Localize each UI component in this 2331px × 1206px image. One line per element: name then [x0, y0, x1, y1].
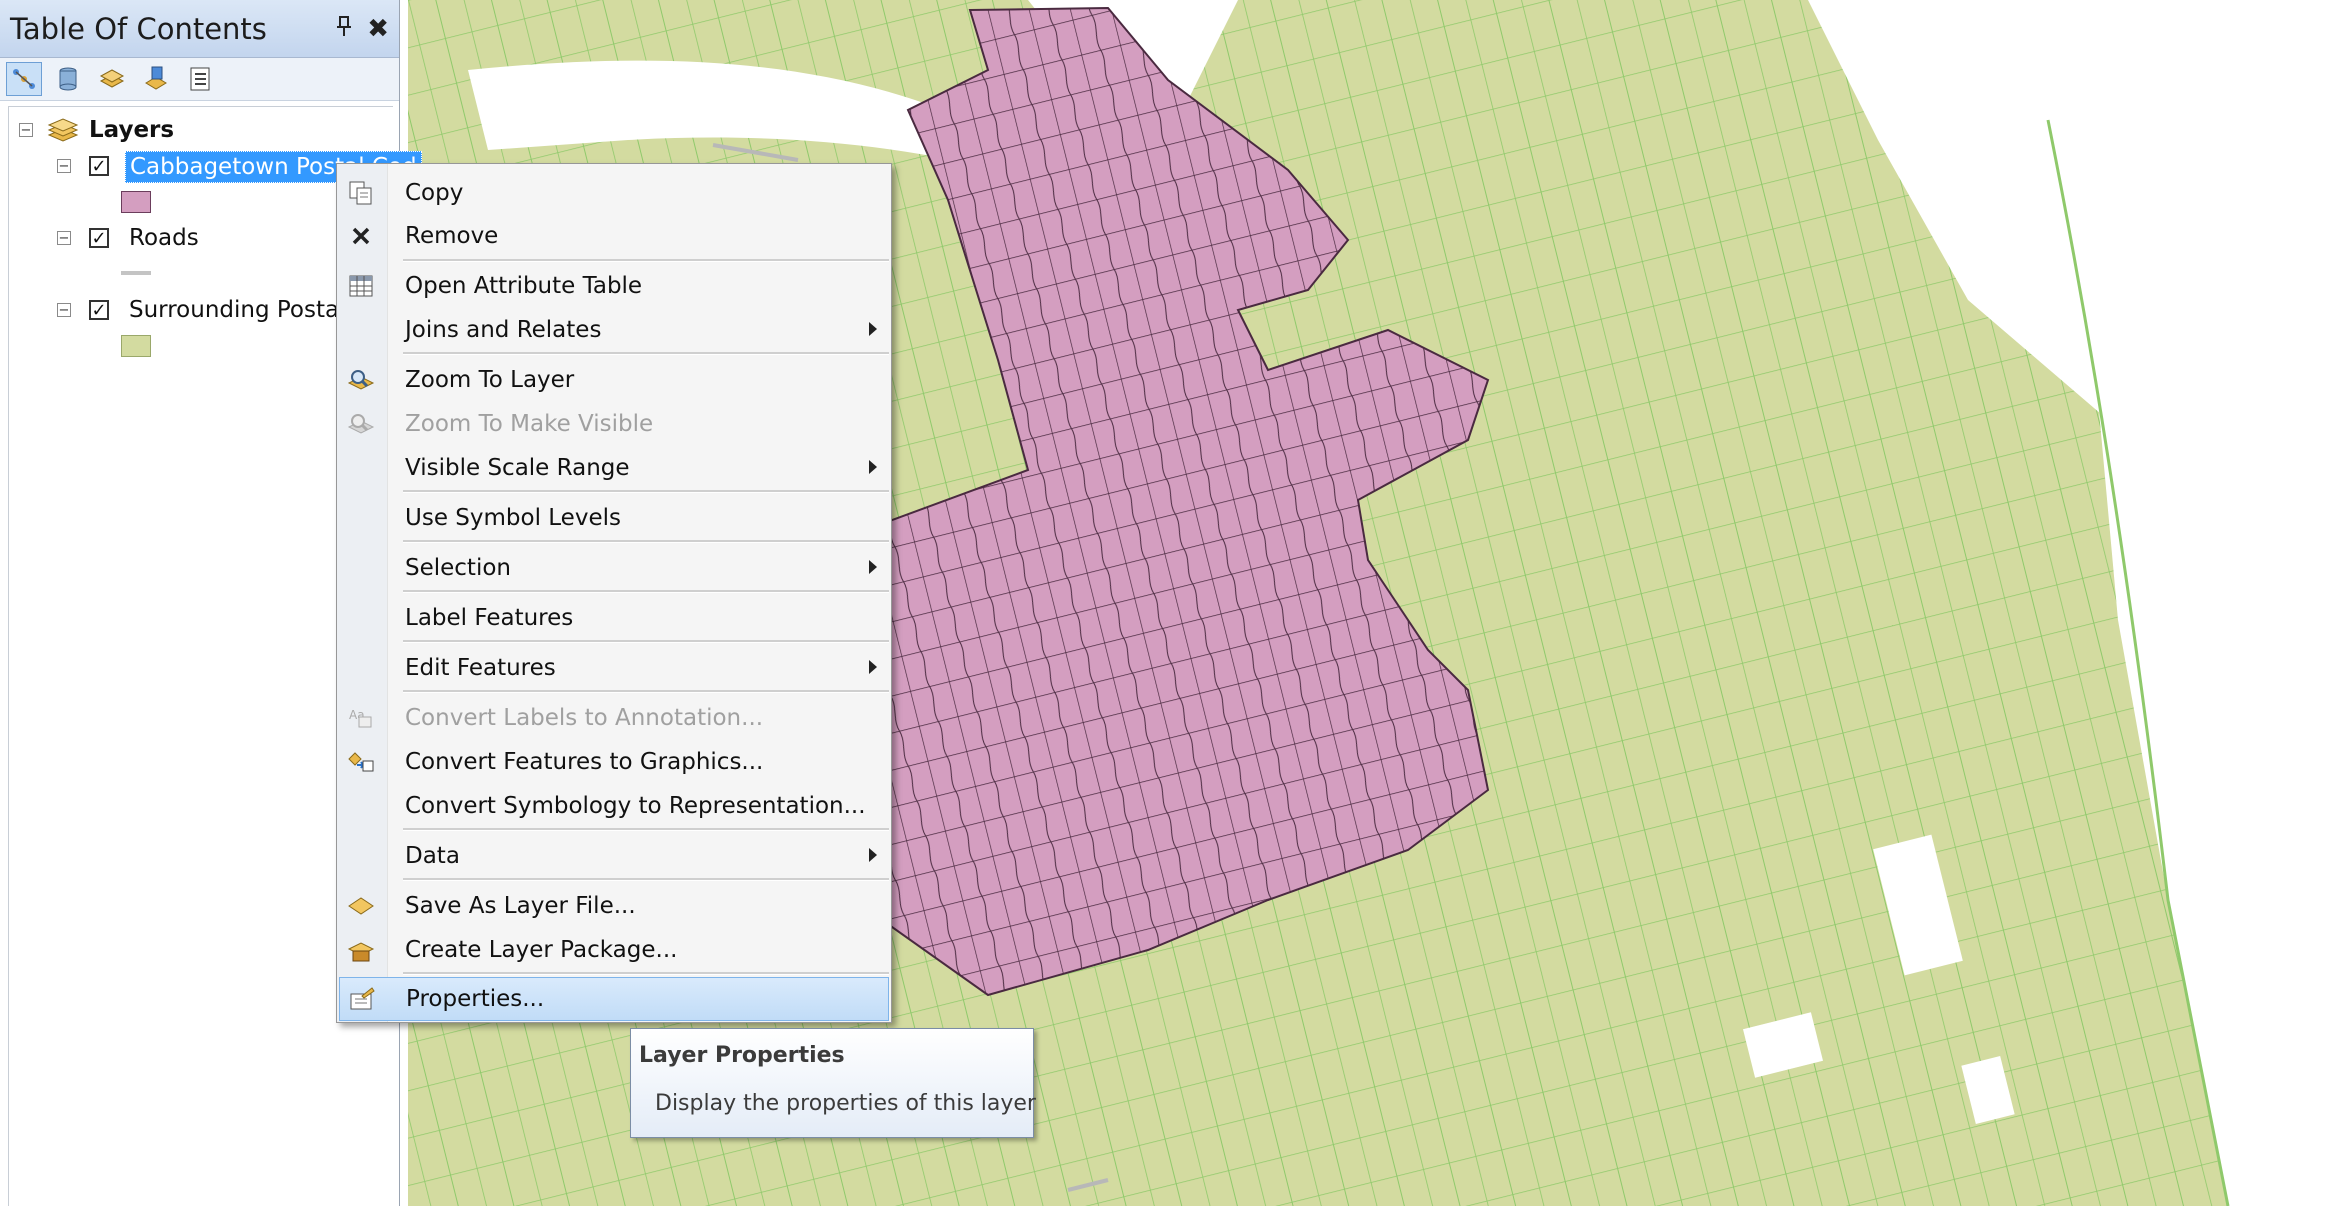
list-by-selection-button[interactable] [138, 62, 174, 96]
menu-item-label: Use Symbol Levels [405, 505, 621, 531]
menu-item-label: Create Layer Package... [405, 937, 678, 963]
layers-root-label[interactable]: Layers [89, 117, 174, 143]
convert-features-icon [348, 752, 374, 772]
menu-item-label-features[interactable]: Label Features [339, 597, 889, 639]
menu-separator [403, 490, 889, 493]
list-by-drawing-order-icon [13, 69, 35, 89]
menu-item-label: Convert Symbology to Representation... [405, 793, 866, 819]
toc-header: Table Of Contents ✖ [0, 0, 399, 58]
collapse-layer-toggle[interactable]: − [57, 231, 71, 245]
list-by-visibility-icon [99, 69, 125, 88]
pin-icon[interactable] [335, 14, 353, 44]
layer-name-roads[interactable]: Roads [129, 225, 199, 251]
menu-item-label: Copy [405, 180, 464, 206]
menu-item-label: Zoom To Make Visible [405, 411, 654, 437]
menu-item-edit-features[interactable]: Edit Features [339, 647, 889, 689]
menu-separator [403, 690, 889, 693]
properties-tooltip: Layer Properties Display the properties … [630, 1028, 1036, 1138]
menu-item-label: Label Features [405, 605, 574, 631]
menu-item-create-layer-package[interactable]: Create Layer Package... [339, 929, 889, 971]
layer-visibility-checkbox[interactable]: ✓ [89, 300, 109, 320]
zoom-to-layer-icon [347, 370, 375, 390]
menu-item-label: Edit Features [405, 655, 556, 681]
copy-icon [349, 181, 372, 205]
menu-item-properties[interactable]: Properties... [339, 977, 889, 1021]
collapse-layers-toggle[interactable]: − [19, 123, 33, 137]
menu-separator [403, 540, 889, 543]
layer-swatch-surrounding-postal [121, 335, 151, 357]
attribute-table-icon [349, 275, 373, 297]
menu-item-open-attribute-table[interactable]: Open Attribute Table [339, 265, 889, 307]
layer-swatch-cabbagetown [121, 191, 151, 213]
menu-item-label: Save As Layer File... [405, 893, 636, 919]
list-by-source-button[interactable] [50, 62, 86, 96]
menu-separator [403, 640, 889, 643]
submenu-arrow-icon [869, 848, 877, 862]
menu-item-data[interactable]: Data [339, 835, 889, 877]
menu-item-label: Data [405, 843, 460, 869]
menu-separator [403, 972, 889, 975]
convert-labels-icon: Aa [349, 708, 372, 728]
menu-item-label: Open Attribute Table [405, 273, 643, 299]
zoom-to-visible-icon [347, 414, 375, 434]
layer-visibility-checkbox[interactable]: ✓ [89, 156, 109, 176]
collapse-layer-toggle[interactable]: − [57, 303, 71, 317]
menu-separator [403, 352, 889, 355]
tooltip-title: Layer Properties [639, 1043, 845, 1068]
menu-separator [403, 828, 889, 831]
save-layer-file-icon [348, 897, 374, 915]
menu-separator [403, 878, 889, 881]
list-by-source-icon [59, 67, 77, 91]
menu-item-copy[interactable]: Copy [339, 172, 889, 214]
options-button[interactable] [182, 62, 218, 96]
list-by-drawing-order-button[interactable] [6, 62, 42, 96]
menu-item-joins-and-relates[interactable]: Joins and Relates [339, 309, 889, 351]
tooltip-description: Display the properties of this layer [655, 1091, 1036, 1116]
menu-item-zoom-to-layer[interactable]: Zoom To Layer [339, 359, 889, 401]
menu-item-save-as-layer-file[interactable]: Save As Layer File... [339, 885, 889, 927]
submenu-arrow-icon [869, 460, 877, 474]
menu-item-convert-features-to-graphics[interactable]: Convert Features to Graphics... [339, 741, 889, 783]
menu-item-label: Visible Scale Range [405, 455, 630, 481]
menu-item-convert-symbology-to-representation[interactable]: Convert Symbology to Representation... [339, 785, 889, 827]
menu-item-selection[interactable]: Selection [339, 547, 889, 589]
toc-toolbar [0, 58, 399, 101]
list-by-visibility-button[interactable] [94, 62, 130, 96]
options-icon [190, 67, 210, 91]
toc-title: Table Of Contents [10, 11, 267, 46]
submenu-arrow-icon [869, 560, 877, 574]
menu-item-label: Convert Features to Graphics... [405, 749, 764, 775]
menu-item-use-symbol-levels[interactable]: Use Symbol Levels [339, 497, 889, 539]
menu-item-label: Zoom To Layer [405, 367, 575, 393]
close-icon[interactable]: ✖ [367, 14, 389, 44]
layer-swatch-roads [121, 271, 151, 275]
menu-separator [403, 590, 889, 593]
menu-item-label: Selection [405, 555, 511, 581]
menu-item-label: Remove [405, 223, 499, 249]
layer-context-menu: Copy Remove Open Attribute Table Joins a… [336, 163, 892, 1023]
menu-item-remove[interactable]: Remove [339, 215, 889, 257]
collapse-layer-toggle[interactable]: − [57, 159, 71, 173]
menu-item-label: Joins and Relates [405, 317, 602, 343]
layer-name-surrounding-postal[interactable]: Surrounding Postal [129, 297, 346, 323]
menu-item-zoom-to-make-visible[interactable]: Zoom To Make Visible [339, 403, 889, 445]
menu-separator [403, 259, 889, 262]
layer-visibility-checkbox[interactable]: ✓ [89, 228, 109, 248]
menu-item-label: Properties... [406, 986, 545, 1012]
menu-item-visible-scale-range[interactable]: Visible Scale Range [339, 447, 889, 489]
properties-icon [350, 987, 375, 1010]
submenu-arrow-icon [869, 660, 877, 674]
remove-icon [352, 227, 370, 245]
layer-package-icon [347, 942, 375, 962]
list-by-selection-icon [145, 66, 167, 90]
submenu-arrow-icon [869, 322, 877, 336]
menu-item-label: Convert Labels to Annotation... [405, 705, 764, 731]
menu-item-convert-labels-to-annotation[interactable]: Aa Convert Labels to Annotation... [339, 697, 889, 739]
layers-icon [47, 118, 79, 142]
